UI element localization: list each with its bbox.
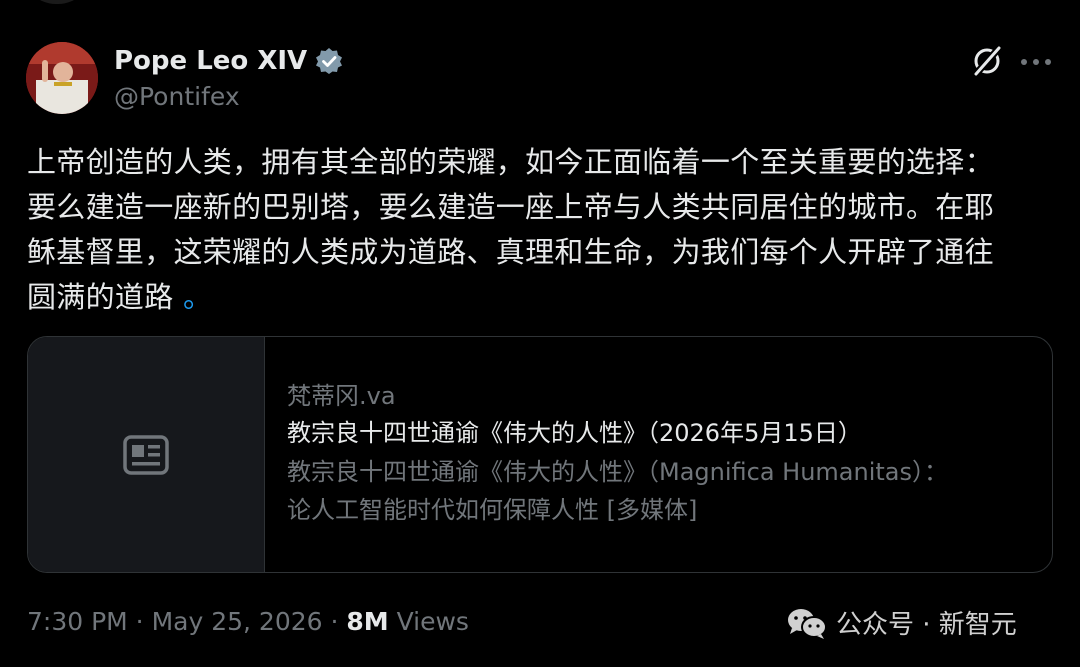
previous-avatar-fragment — [22, 0, 92, 4]
link-card[interactable]: 梵蒂冈.va 教宗良十四世通谕《伟大的人性》（2026年5月15日） 教宗良十四… — [27, 336, 1053, 573]
card-title[interactable]: 教宗良十四世通谕《伟大的人性》（2026年5月15日） — [287, 413, 1052, 453]
card-domain: 梵蒂冈.va — [287, 382, 396, 410]
tweet-line: 稣基督里，这荣耀的人类成为道路、真理和生命，为我们每个人开辟了通往 — [27, 235, 994, 269]
card-media[interactable] — [28, 337, 265, 572]
timestamp[interactable]: 7:30 PM · May 25, 2026 · — [27, 607, 346, 636]
grok-icon[interactable] — [970, 44, 1004, 78]
tweet-text: 上帝创造的人类，拥有其全部的荣耀，如今正面临着一个至关重要的选择： 要么建造一座… — [27, 140, 1057, 320]
views-count: 8M — [346, 607, 389, 636]
wechat-icon — [788, 608, 827, 639]
tweet-line: 上帝创造的人类，拥有其全部的荣耀，如今正面临着一个至关重要的选择： — [27, 145, 994, 179]
tweet-line-last-text: 圆满的道路 — [27, 280, 174, 314]
tweet-meta: 7:30 PM · May 25, 2026 · 8M Views — [27, 607, 469, 636]
watermark-text: 公众号 · 新智元 — [836, 610, 1017, 640]
tweet-link[interactable]: 。 — [183, 280, 212, 314]
avatar[interactable] — [26, 42, 98, 114]
tweet-line: 要么建造一座新的巴别塔，要么建造一座上帝与人类共同居住的城市。在耶 — [27, 190, 994, 224]
card-description-line: 教宗良十四世通谕《伟大的人性》（Magnifica Humanitas）： — [287, 458, 949, 486]
watermark: 公众号 · 新智元 — [786, 604, 1017, 641]
avatar-photo — [26, 42, 98, 114]
more-icon[interactable] — [1020, 58, 1052, 66]
article-icon — [123, 434, 169, 475]
card-body[interactable]: 梵蒂冈.va 教宗良十四世通谕《伟大的人性》（2026年5月15日） 教宗良十四… — [265, 337, 1052, 572]
author-name-row[interactable]: Pope Leo XIV — [114, 42, 344, 80]
views-label: Views — [388, 607, 469, 636]
author-name[interactable]: Pope Leo XIV — [114, 46, 307, 76]
tweet-line-last: 圆满的道路 。 — [27, 275, 1057, 320]
card-description-line: 论人工智能时代如何保障人性 [多媒体] — [287, 496, 698, 524]
verified-badge-icon — [316, 48, 343, 74]
author-handle[interactable]: @Pontifex — [114, 82, 240, 111]
